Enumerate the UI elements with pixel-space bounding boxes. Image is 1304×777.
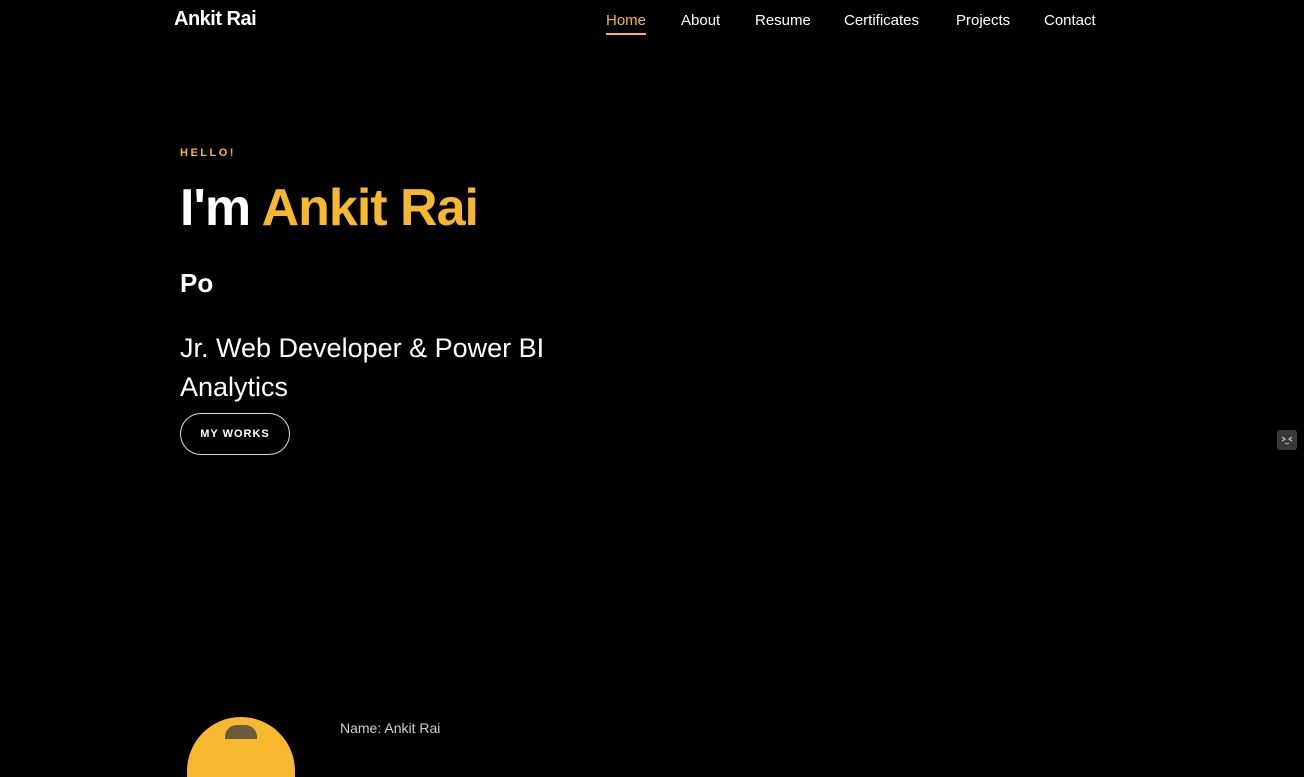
about-name-line: Name: Ankit Rai — [340, 720, 441, 736]
avatar — [187, 717, 295, 777]
nav-link-home[interactable]: Home — [606, 12, 647, 35]
hero-subtitle: Jr. Web Developer & Power BI Analytics — [180, 333, 545, 402]
hero-title: I'm Ankit Rai — [180, 176, 479, 240]
hero-title-prefix: I'm — [180, 179, 262, 237]
hero-greeting: HELLO! — [180, 147, 236, 159]
nav-link-resume[interactable]: Resume — [755, 12, 811, 33]
typed-text: Po — [180, 268, 214, 298]
avatar-photo — [225, 725, 257, 739]
nav-link-projects[interactable]: Projects — [956, 12, 1010, 33]
my-works-button[interactable]: MY WORKS — [180, 413, 290, 455]
nav-link-certificates[interactable]: Certificates — [844, 12, 919, 33]
hero-title-name: Ankit Rai — [261, 179, 479, 237]
emoji-face-icon[interactable] — [1277, 430, 1297, 450]
nav-link-contact[interactable]: Contact — [1044, 12, 1096, 33]
nav-link-about[interactable]: About — [681, 12, 720, 33]
nav-links: Home About Resume Certificates Projects … — [0, 12, 1304, 38]
emoji-face-icon-glyph — [1281, 436, 1293, 445]
navbar: Ankit Rai Home About Resume Certificates… — [0, 0, 1304, 44]
